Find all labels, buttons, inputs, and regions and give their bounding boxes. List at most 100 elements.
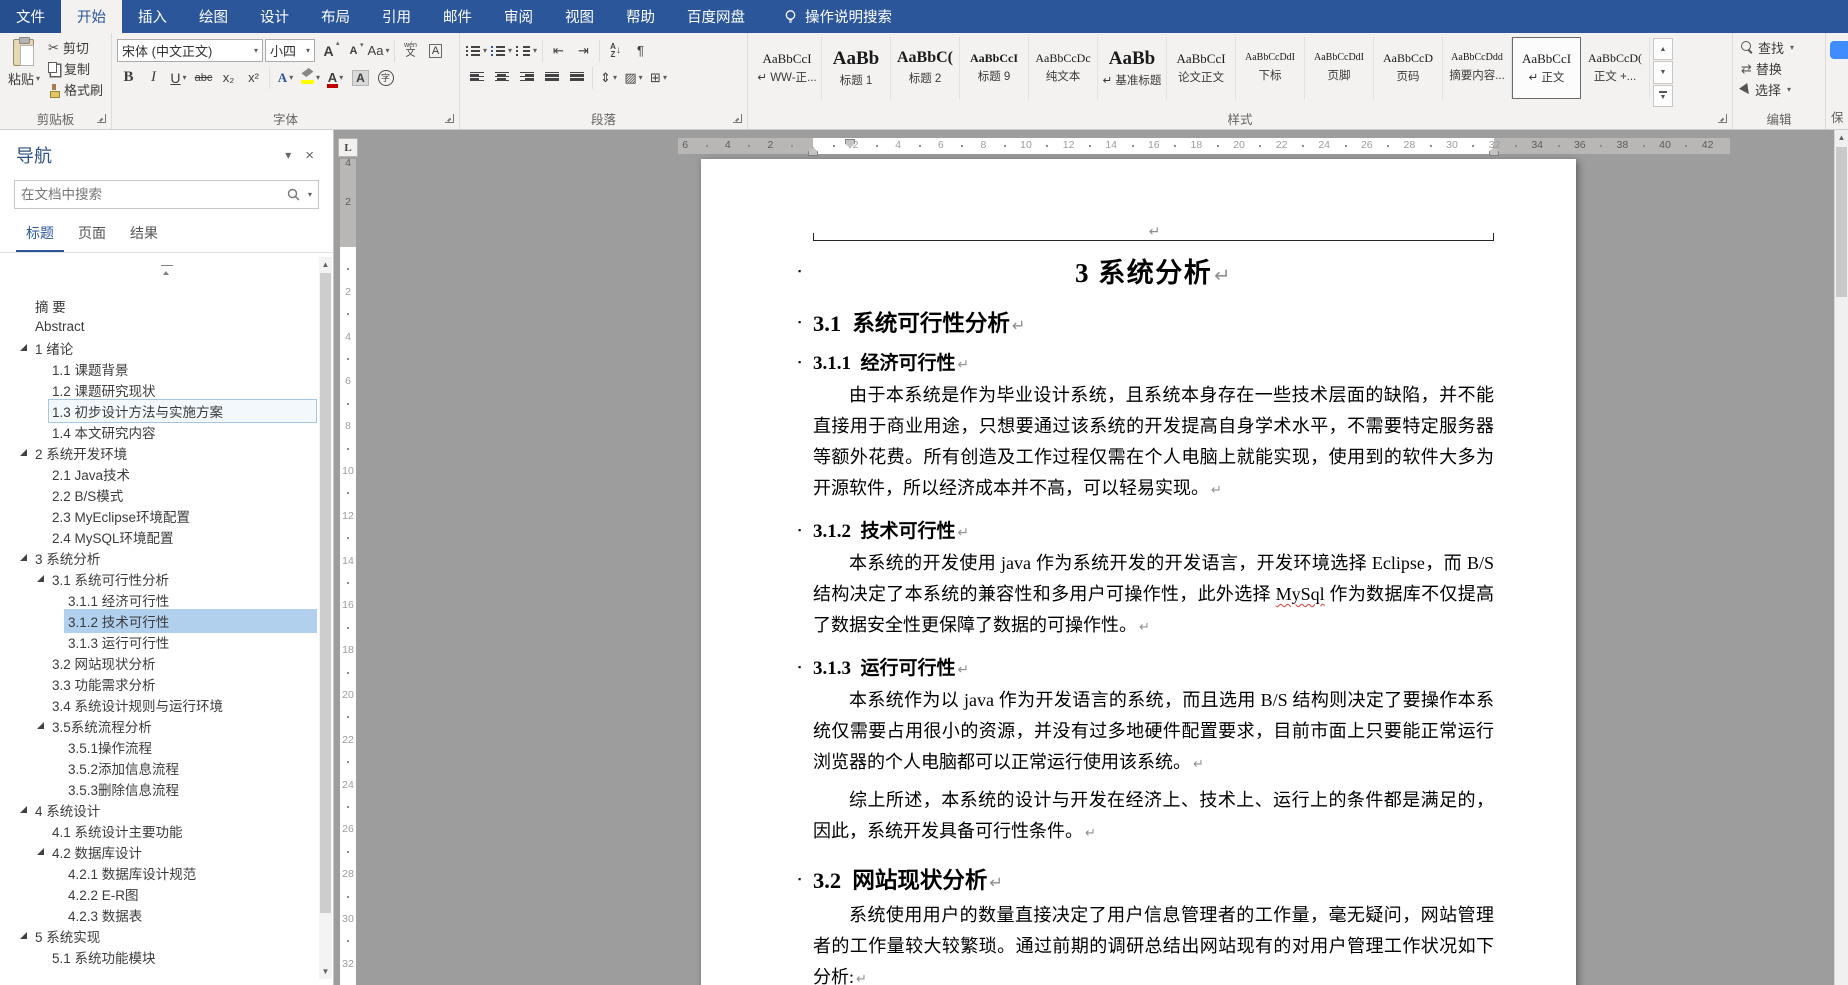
ribbon-tab-布局[interactable]: 布局: [305, 0, 366, 33]
nav-item[interactable]: 1.2 课题研究现状: [0, 379, 317, 400]
phonetic-guide-button[interactable]: wén文: [399, 40, 422, 62]
gallery-scroll-down-button[interactable]: ▼: [1653, 61, 1673, 83]
nav-item[interactable]: 2 系统开发环境: [0, 442, 317, 463]
nav-item[interactable]: 3.3 功能需求分析: [0, 673, 317, 694]
select-button[interactable]: 选择▾: [1738, 79, 1820, 100]
tab-stop-selector[interactable]: L: [338, 138, 358, 157]
paste-button[interactable]: 粘贴▾: [5, 37, 43, 108]
collapse-triangle-icon[interactable]: [20, 554, 27, 561]
nav-item[interactable]: 4.2 数据库设计: [0, 841, 317, 862]
gallery-more-button[interactable]: ▼: [1653, 85, 1673, 107]
nav-item[interactable]: 2.3 MyEclipse环境配置: [0, 505, 317, 526]
style-card[interactable]: AaBbCcI↵ WW-正...: [753, 37, 822, 99]
shading-button[interactable]: ▨▾: [622, 67, 645, 89]
nav-item[interactable]: 2.2 B/S模式: [0, 484, 317, 505]
nav-item[interactable]: 3.5.1操作流程: [0, 736, 317, 757]
collapse-triangle-icon[interactable]: [37, 575, 44, 582]
collapse-triangle-icon[interactable]: [20, 932, 27, 939]
style-card[interactable]: AaBbCcI标题 9: [960, 37, 1029, 99]
style-card[interactable]: AaBbCcDdd摘要内容...: [1443, 37, 1512, 99]
increase-indent-button[interactable]: ⇥: [572, 40, 595, 62]
numbering-button[interactable]: ▾: [490, 40, 513, 62]
dialog-launcher-icon[interactable]: [1718, 114, 1727, 123]
nav-item[interactable]: 3.1.2 技术可行性: [0, 610, 317, 631]
nav-item[interactable]: 3.1.3 运行可行性: [0, 631, 317, 652]
nav-item[interactable]: 4.2.2 E-R图: [0, 883, 317, 904]
nav-item[interactable]: 5 系统实现: [0, 925, 317, 946]
style-card[interactable]: AaBbCcI论文正文: [1167, 37, 1236, 99]
baidu-save-icon[interactable]: [1830, 41, 1848, 59]
nav-item[interactable]: 3.4 系统设计规则与运行环境: [0, 694, 317, 715]
doc-paragraph[interactable]: 系统使用用户的数量直接决定了用户信息管理者的工作量，毫无疑问，网站管理者的工作量…: [813, 900, 1494, 985]
dialog-launcher-icon[interactable]: [445, 114, 454, 123]
pane-options-chevron-icon[interactable]: ▾: [278, 148, 298, 162]
justify-button[interactable]: [540, 67, 563, 89]
nav-item[interactable]: 3.5系统流程分析: [0, 715, 317, 736]
align-center-button[interactable]: [490, 67, 513, 89]
ribbon-tab-审阅[interactable]: 审阅: [488, 0, 549, 33]
text-effects-button[interactable]: A▾: [274, 67, 297, 89]
style-card[interactable]: AaBbCcDdI页脚: [1305, 37, 1374, 99]
nav-item[interactable]: 2.4 MySQL环境配置: [0, 526, 317, 547]
superscript-button[interactable]: x²: [242, 67, 265, 89]
character-border-button[interactable]: A: [424, 40, 447, 62]
nav-item[interactable]: 3.5.2添加信息流程: [0, 757, 317, 778]
nav-tab-结果[interactable]: 结果: [120, 223, 168, 252]
ribbon-tab-邮件[interactable]: 邮件: [427, 0, 488, 33]
copy-button[interactable]: 复制: [45, 58, 106, 79]
nav-item[interactable]: 1.1 课题背景: [0, 358, 317, 379]
ribbon-tab-插入[interactable]: 插入: [122, 0, 183, 33]
nav-item[interactable]: 3.2 网站现状分析: [0, 652, 317, 673]
nav-scrollbar[interactable]: ▲ ▼: [319, 257, 332, 979]
doc-heading-3-1[interactable]: ▪3.1 系统可行性分析↵: [813, 306, 1494, 338]
style-card[interactable]: AaBb↵ 基准标题: [1098, 37, 1167, 99]
find-button[interactable]: 查找▾: [1738, 37, 1820, 58]
align-left-button[interactable]: [465, 67, 488, 89]
style-card[interactable]: AaBbCcDdI下标: [1236, 37, 1305, 99]
nav-scrollbar-thumb[interactable]: [320, 273, 331, 913]
format-painter-button[interactable]: 格式刷: [45, 79, 106, 100]
align-right-button[interactable]: [515, 67, 538, 89]
sort-button[interactable]: AZ↓: [604, 40, 627, 62]
document-scrollbar[interactable]: ▲: [1834, 130, 1848, 985]
font-name-combobox[interactable]: 宋体 (中文正文)▾: [117, 39, 263, 62]
ribbon-tab-视图[interactable]: 视图: [549, 0, 610, 33]
collapse-triangle-icon[interactable]: [37, 848, 44, 855]
collapse-triangle-icon[interactable]: [37, 722, 44, 729]
font-size-combobox[interactable]: 小四▾: [265, 39, 315, 62]
nav-item[interactable]: 摘 要: [0, 295, 317, 316]
ribbon-tab-设计[interactable]: 设计: [244, 0, 305, 33]
search-icon[interactable]: [287, 188, 301, 202]
strikethrough-button[interactable]: abc: [192, 67, 215, 89]
italic-button[interactable]: I: [142, 67, 165, 89]
search-input[interactable]: [21, 187, 282, 202]
change-case-button[interactable]: Aa▾: [367, 40, 390, 62]
font-color-button[interactable]: A▾: [324, 67, 347, 89]
nav-item[interactable]: 4.2.3 数据表: [0, 904, 317, 925]
nav-item[interactable]: 1 绪论: [0, 337, 317, 358]
doc-heading-3-2[interactable]: ▪3.2 网站现状分析↵: [813, 863, 1494, 895]
nav-item[interactable]: 4.1 系统设计主要功能: [0, 820, 317, 841]
style-card[interactable]: AaBbCcD页码: [1374, 37, 1443, 99]
show-formatting-marks-button[interactable]: ¶: [629, 40, 652, 62]
doc-heading-3-1-2[interactable]: ▪3.1.2 技术可行性↵: [813, 516, 1494, 543]
nav-item[interactable]: 3 系统分析: [0, 547, 317, 568]
highlight-button[interactable]: ▾: [299, 67, 322, 89]
scroll-up-arrow-icon[interactable]: ▲: [1835, 130, 1848, 145]
cut-button[interactable]: ✂剪切: [45, 37, 106, 58]
collapse-triangle-icon[interactable]: [20, 806, 27, 813]
doc-heading-3-1-3[interactable]: ▪3.1.3 运行可行性↵: [813, 653, 1494, 680]
doc-paragraph[interactable]: 本系统作为以 java 作为开发语言的系统，而且选用 B/S 结构则决定了要操作…: [813, 685, 1494, 780]
jump-to-top-bar[interactable]: [0, 260, 333, 277]
close-pane-icon[interactable]: ×: [298, 147, 321, 164]
ribbon-tab-百度网盘[interactable]: 百度网盘: [671, 0, 761, 33]
doc-heading-chapter[interactable]: ▪3 系统分析↵: [813, 251, 1494, 290]
bullets-button[interactable]: ▾: [465, 40, 488, 62]
nav-tab-标题[interactable]: 标题: [16, 223, 64, 252]
gallery-scroll-up-button[interactable]: ▲: [1653, 38, 1673, 60]
document-scrollbar-thumb[interactable]: [1836, 147, 1847, 297]
nav-item[interactable]: 5.1 系统功能模块: [0, 946, 317, 967]
enclose-characters-button[interactable]: 字: [374, 67, 397, 89]
style-card[interactable]: AaBbC(标题 2: [891, 37, 960, 99]
style-card[interactable]: AaBb标题 1: [822, 37, 891, 99]
